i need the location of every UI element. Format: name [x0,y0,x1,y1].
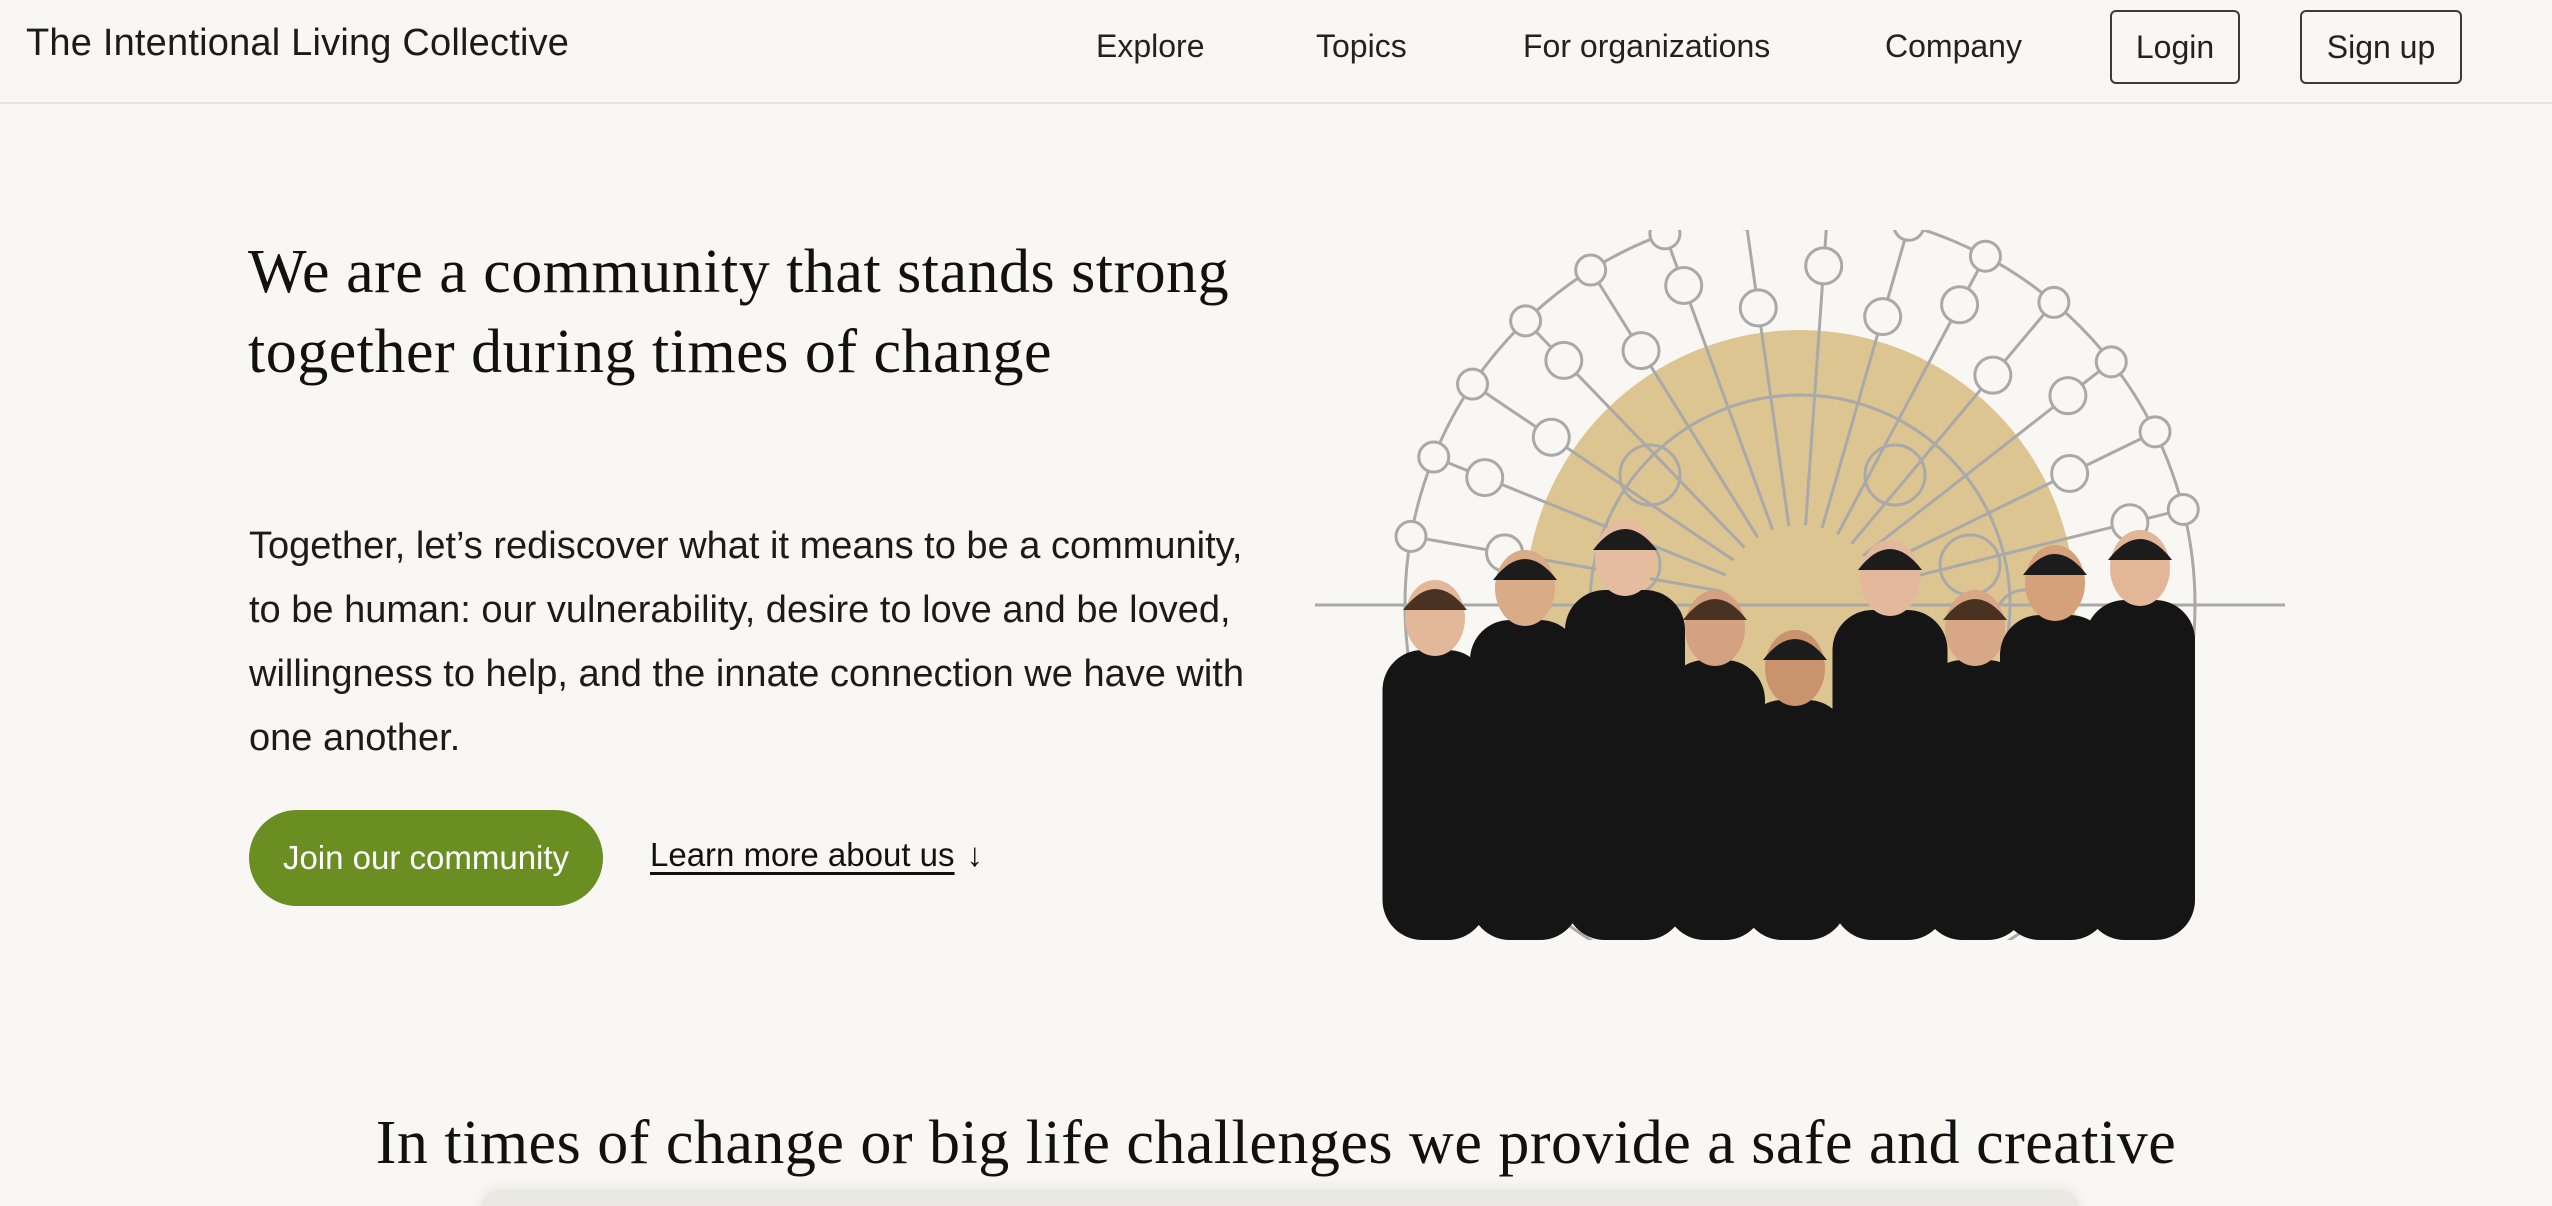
network-node [1544,340,1584,380]
network-node [1968,239,2002,273]
learn-more-link[interactable]: Learn more about us ↓ [650,836,983,874]
network-node [2037,285,2071,319]
person-body-shape [1742,700,1848,940]
network-node [1574,253,1608,287]
network-node [1863,297,1903,337]
network-node [1417,440,1451,474]
nav-link-topics[interactable]: Topics [1316,28,1407,65]
hero-title: We are a community that stands strong to… [248,238,1230,386]
person-body-shape [2085,600,2195,940]
hero-description: Together, let’s rediscover what it means… [249,525,1244,759]
person-hair-shape [1403,589,1467,610]
brand-logo-link[interactable]: The Intentional Living Collective [26,22,569,65]
network-node [1664,266,1704,306]
signup-button[interactable]: Sign up [2300,10,2462,84]
network-node [1804,246,1844,286]
top-navigation: The Intentional Living Collective Explor… [0,0,2552,104]
network-node [2094,345,2128,379]
nav-link-company[interactable]: Company [1885,28,2022,65]
person-body-shape [1470,620,1580,940]
network-node [1940,285,1980,325]
network-node [1621,331,1661,371]
network-node [2166,492,2200,526]
network-node [2050,453,2090,493]
network-node [1648,230,1682,251]
login-button[interactable]: Login [2110,10,2240,84]
network-node [1394,519,1428,553]
hero-illustration [1310,230,2290,940]
nav-link-explore[interactable]: Explore [1096,28,1205,65]
arrow-down-icon: ↓ [966,836,984,873]
card-edge-shape [480,1190,2080,1206]
network-node [1531,417,1571,457]
join-community-button[interactable]: Join our community [249,810,603,906]
learn-more-label: Learn more about us [650,836,955,873]
nav-link-for-organizations[interactable]: For organizations [1523,28,1770,65]
section-heading: In times of change or big life challenge… [375,1109,2177,1177]
network-node [2138,415,2172,449]
network-node [1509,304,1543,338]
community-network-illustration [1315,230,2285,940]
network-node [1893,230,1925,242]
network-node [1973,355,2013,395]
person-hair-shape [2108,539,2172,560]
network-node [2048,376,2088,416]
network-node [1456,367,1490,401]
network-node [1738,288,1778,328]
network-node [1465,458,1505,498]
